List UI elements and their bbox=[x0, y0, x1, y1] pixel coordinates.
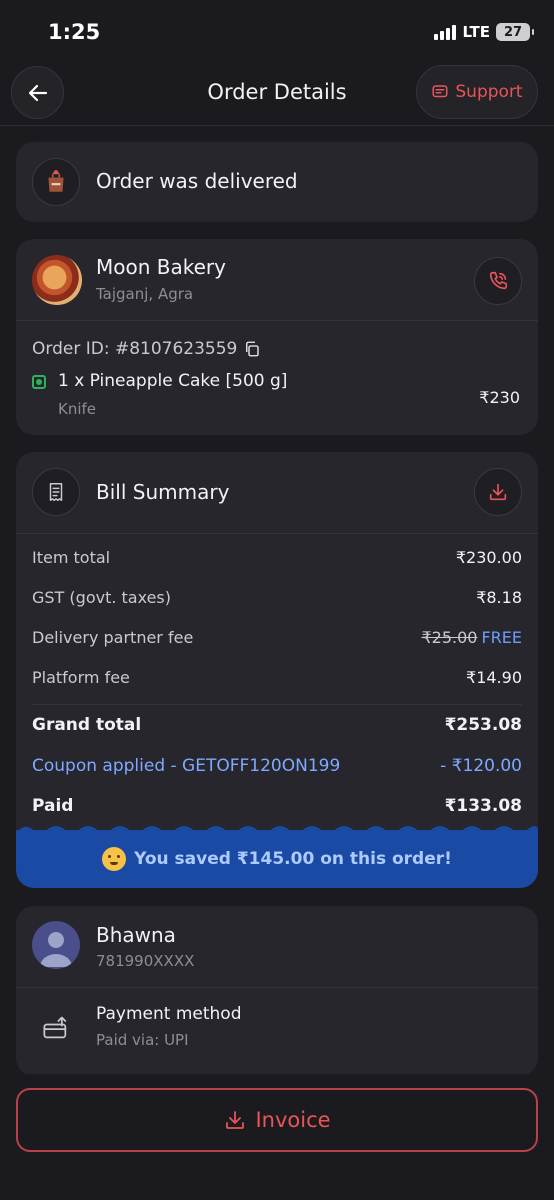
receipt-icon-circle bbox=[32, 468, 80, 516]
free-label: FREE bbox=[481, 628, 522, 647]
bill-row-delivery-fee: Delivery partner fee ₹25.00 FREE bbox=[32, 628, 522, 647]
grand-total-value: ₹253.08 bbox=[444, 715, 522, 735]
battery-icon: 27 bbox=[496, 23, 534, 41]
bill-row-value: ₹8.18 bbox=[476, 588, 522, 607]
divider bbox=[16, 987, 538, 988]
delivery-status-card: Order was delivered bbox=[16, 142, 538, 222]
invoice-label: Invoice bbox=[255, 1108, 331, 1132]
chat-icon bbox=[432, 85, 448, 98]
customer-phone: 781990XXXX bbox=[96, 952, 195, 970]
avatar bbox=[32, 921, 80, 969]
savings-banner: You saved ₹145.00 on this order! bbox=[16, 826, 538, 888]
bill-row-grand-total: Grand total ₹253.08 bbox=[32, 715, 522, 735]
restaurant-logo bbox=[32, 255, 82, 305]
bill-row-gst: GST (govt. taxes) ₹8.18 bbox=[32, 588, 522, 607]
status-bar: 1:25 LTE 27 bbox=[0, 0, 554, 66]
item-price: ₹230 bbox=[479, 388, 520, 407]
bottom-bar: Invoice bbox=[0, 1074, 554, 1200]
bill-row-label: Delivery partner fee bbox=[32, 628, 194, 647]
coupon-value: - ₹120.00 bbox=[440, 756, 522, 776]
veg-icon bbox=[32, 375, 46, 389]
status-icons: LTE 27 bbox=[434, 23, 534, 41]
wave-edge bbox=[16, 826, 538, 833]
coupon-label: Coupon applied - GETOFF120ON199 bbox=[32, 756, 341, 776]
bill-row-coupon: Coupon applied - GETOFF120ON199 - ₹120.0… bbox=[32, 756, 522, 776]
original-fee: ₹25.00 bbox=[421, 628, 478, 647]
call-restaurant-button[interactable] bbox=[474, 257, 522, 305]
payment-method-detail: Paid via: UPI bbox=[96, 1031, 189, 1049]
delivery-status-text: Order was delivered bbox=[96, 169, 298, 193]
restaurant-location: Tajganj, Agra bbox=[96, 285, 194, 303]
bill-row-value: ₹230.00 bbox=[455, 548, 522, 567]
bill-row-platform-fee: Platform fee ₹14.90 bbox=[32, 668, 522, 687]
bag-icon-circle bbox=[32, 158, 80, 206]
download-icon bbox=[489, 483, 507, 501]
support-button[interactable]: Support bbox=[416, 65, 538, 119]
shopping-bag-icon bbox=[48, 170, 64, 192]
customer-name: Bhawna bbox=[96, 923, 176, 947]
bill-row-paid: Paid ₹133.08 bbox=[32, 796, 522, 816]
divider bbox=[16, 533, 538, 534]
restaurant-name: Moon Bakery bbox=[96, 255, 226, 279]
order-id-text: Order ID: #8107623559 bbox=[32, 339, 238, 359]
order-id: Order ID: #8107623559 bbox=[32, 339, 261, 359]
item-name: 1 x Pineapple Cake [500 g] bbox=[58, 371, 288, 391]
payment-card-icon bbox=[43, 1016, 67, 1039]
phone-icon bbox=[489, 271, 508, 290]
status-time: 1:25 bbox=[48, 20, 101, 44]
header: Order Details Support bbox=[0, 62, 554, 126]
payment-method-title: Payment method bbox=[96, 1004, 242, 1024]
paid-value: ₹133.08 bbox=[444, 796, 522, 816]
bill-summary-title: Bill Summary bbox=[96, 480, 230, 504]
bill-row-label: Platform fee bbox=[32, 668, 130, 687]
party-face-icon bbox=[102, 847, 127, 871]
invoice-button[interactable]: Invoice bbox=[16, 1088, 538, 1152]
user-icon bbox=[40, 932, 72, 967]
bill-row-label: GST (govt. taxes) bbox=[32, 588, 171, 607]
support-label: Support bbox=[455, 82, 523, 102]
bill-row-value: ₹14.90 bbox=[466, 668, 522, 687]
download-icon bbox=[226, 1111, 245, 1129]
bill-row-label: Item total bbox=[32, 548, 111, 567]
copy-icon[interactable] bbox=[243, 340, 261, 358]
divider bbox=[16, 320, 538, 321]
divider bbox=[32, 704, 522, 705]
receipt-icon bbox=[49, 483, 63, 501]
item-addon: Knife bbox=[58, 400, 97, 418]
savings-text: You saved ₹145.00 on this order! bbox=[134, 849, 452, 869]
paid-label: Paid bbox=[32, 796, 74, 816]
battery-level: 27 bbox=[503, 24, 523, 40]
download-bill-button[interactable] bbox=[474, 468, 522, 516]
restaurant-card: Moon Bakery Tajganj, Agra Order ID: #810… bbox=[16, 239, 538, 435]
bill-summary-card: Bill Summary Item total ₹230.00 GST (gov… bbox=[16, 452, 538, 888]
network-type: LTE bbox=[462, 23, 490, 41]
bill-row-item-total: Item total ₹230.00 bbox=[32, 548, 522, 567]
customer-card: Bhawna 781990XXXX Payment method Paid vi… bbox=[16, 906, 538, 1076]
grand-total-label: Grand total bbox=[32, 715, 142, 735]
signal-icon bbox=[434, 24, 457, 40]
